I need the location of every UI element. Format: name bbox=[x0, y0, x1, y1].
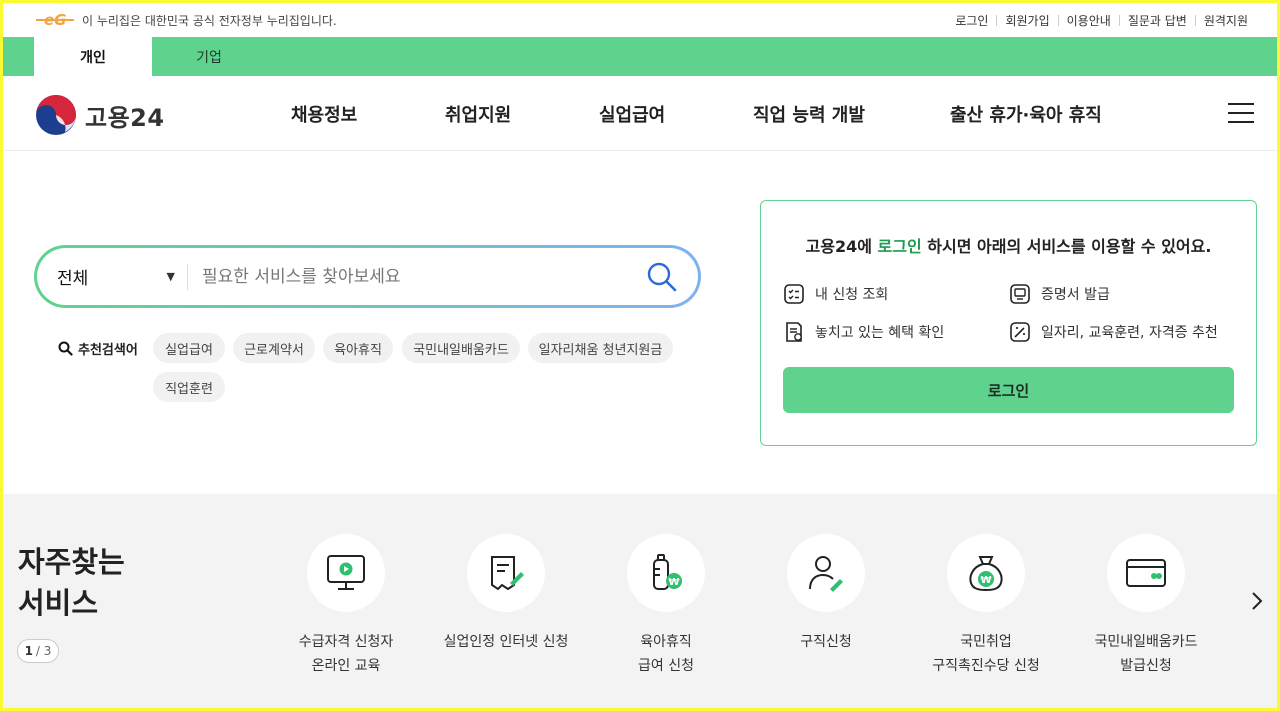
search-divider bbox=[187, 263, 188, 290]
keyword-chip[interactable]: 직업훈련 bbox=[153, 372, 225, 402]
search-icon bbox=[58, 341, 73, 356]
caret-down-icon: ▼ bbox=[166, 270, 175, 283]
keyword-chip[interactable]: 근로계약서 bbox=[233, 333, 315, 363]
svg-text:eG: eG bbox=[44, 11, 67, 29]
money-bag-won-icon: ₩ bbox=[969, 556, 1003, 592]
card-icon bbox=[1126, 559, 1166, 587]
chevron-right-icon[interactable] bbox=[1249, 591, 1265, 611]
document-pen-icon bbox=[491, 556, 524, 591]
brand-name: 고용24 bbox=[85, 103, 165, 132]
certificate-icon bbox=[1010, 284, 1030, 304]
service-missed-benefits[interactable]: 놓치고 있는 혜택 확인 bbox=[783, 321, 944, 343]
search-bar: 전체 ▼ bbox=[34, 245, 701, 308]
service-parental-leave-benefit[interactable]: ₩ 육아휴직 급여 신청 bbox=[581, 534, 751, 678]
gnb-employment-support[interactable]: 취업지원 bbox=[445, 76, 511, 151]
service-my-applications[interactable]: 내 신청 조회 bbox=[783, 283, 888, 305]
keyword-chip[interactable]: 국민내일배움카드 bbox=[402, 333, 520, 363]
login-button[interactable]: 로그인 bbox=[783, 367, 1234, 413]
keyword-chip[interactable]: 육아휴직 bbox=[323, 333, 393, 363]
baby-bottle-won-icon: ₩ bbox=[653, 554, 682, 590]
search-scope-select[interactable]: 전체 ▼ bbox=[37, 264, 187, 289]
frequent-services-section: 자주찾는 서비스 1/ 3 수급자격 신청자 온라인 교육 실업인정 인터넷 신청 bbox=[3, 494, 1277, 708]
taegeuk-logo-icon bbox=[36, 95, 76, 135]
util-login-link[interactable]: 로그인 bbox=[947, 12, 996, 29]
service-unemployment-recognition[interactable]: 실업인정 인터넷 신청 bbox=[421, 534, 591, 654]
search-scope-value: 전체 bbox=[57, 269, 89, 289]
login-promo-title: 고용24에 로그인 하시면 아래의 서비스를 이용할 수 있어요. bbox=[805, 237, 1212, 256]
gnb-unemployment-benefit[interactable]: 실업급여 bbox=[599, 76, 665, 151]
keyword-chip[interactable]: 일자리채움 청년지원금 bbox=[528, 333, 673, 363]
main-header: 고용24 채용정보 취업지원 실업급여 직업 능력 개발 출산 휴가·육아 휴직 bbox=[3, 76, 1277, 151]
gnb-maternity-parental-leave[interactable]: 출산 휴가·육아 휴직 bbox=[950, 76, 1102, 151]
tab-personal[interactable]: 개인 bbox=[34, 37, 152, 76]
util-guide-link[interactable]: 이용안내 bbox=[1059, 12, 1119, 29]
search-input[interactable] bbox=[202, 266, 622, 287]
recommended-keywords-label: 추천검색어 bbox=[58, 339, 138, 358]
gnb-job-info[interactable]: 채용정보 bbox=[291, 76, 357, 151]
user-type-tabbar: 개인 기업 bbox=[3, 37, 1277, 76]
tab-business[interactable]: 기업 bbox=[150, 37, 268, 76]
util-remote-support-link[interactable]: 원격지원 bbox=[1196, 12, 1256, 29]
service-job-application[interactable]: 구직신청 bbox=[741, 534, 911, 654]
service-online-education[interactable]: 수급자격 신청자 온라인 교육 bbox=[261, 534, 431, 678]
egov-logo-icon: eG bbox=[36, 11, 74, 29]
svg-text:₩: ₩ bbox=[980, 575, 991, 586]
document-check-icon bbox=[786, 322, 802, 342]
carousel-pager: 1/ 3 bbox=[17, 639, 59, 663]
magic-wand-icon bbox=[1010, 322, 1030, 342]
frequent-services-title: 자주찾는 서비스 bbox=[18, 545, 125, 620]
login-promo-box: 고용24에 로그인 하시면 아래의 서비스를 이용할 수 있어요. 내 신청 조… bbox=[760, 200, 1257, 446]
gov-notice-bar: eG 이 누리집은 대한민국 공식 전자정부 누리집입니다. 로그인 회원가입 … bbox=[3, 3, 1277, 37]
menu-icon[interactable] bbox=[1228, 103, 1254, 123]
svg-text:₩: ₩ bbox=[668, 577, 679, 588]
brand-logo[interactable]: 고용24 bbox=[35, 94, 165, 136]
gnb-skill-development[interactable]: 직업 능력 개발 bbox=[753, 76, 865, 151]
search-icon[interactable] bbox=[646, 261, 678, 293]
util-qna-link[interactable]: 질문과 답변 bbox=[1120, 12, 1195, 29]
person-pen-icon bbox=[809, 556, 843, 592]
checklist-icon bbox=[784, 284, 804, 304]
service-recommendations[interactable]: 일자리, 교육훈련, 자격증 추천 bbox=[1009, 321, 1218, 343]
gov-notice-text: 이 누리집은 대한민국 공식 전자정부 누리집입니다. bbox=[82, 13, 337, 28]
service-learning-card[interactable]: 국민내일배움카드 발급신청 bbox=[1061, 534, 1231, 678]
keyword-chip[interactable]: 실업급여 bbox=[153, 333, 225, 363]
monitor-play-icon bbox=[327, 555, 365, 590]
service-job-seeking-allowance[interactable]: ₩ 국민취업 구직촉진수당 신청 bbox=[901, 534, 1071, 678]
service-certificate-issue[interactable]: 증명서 발급 bbox=[1009, 283, 1110, 305]
util-signup-link[interactable]: 회원가입 bbox=[997, 12, 1057, 29]
utility-links: 로그인 회원가입 이용안내 질문과 답변 원격지원 bbox=[947, 12, 1256, 29]
